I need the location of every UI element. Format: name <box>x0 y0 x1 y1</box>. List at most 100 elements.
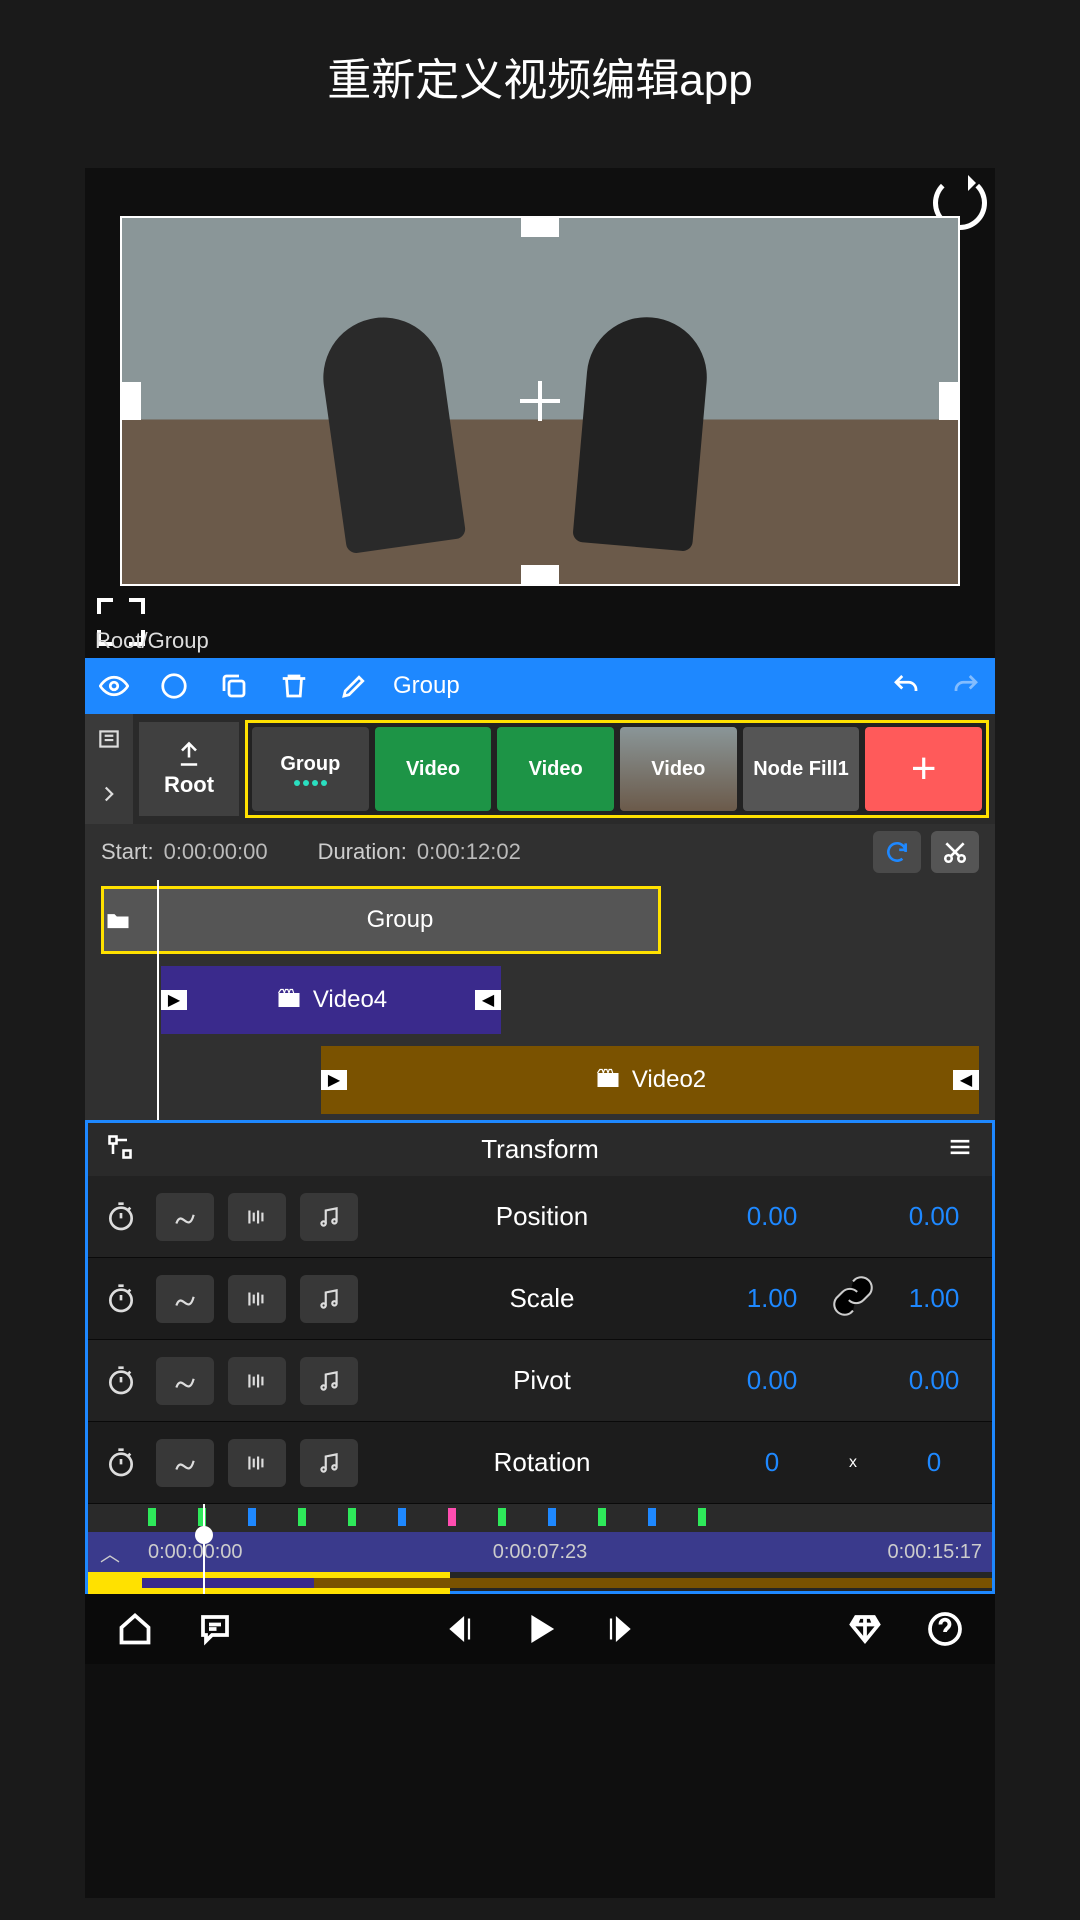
keyframe-marker[interactable] <box>598 1508 606 1526</box>
resize-handle-left[interactable] <box>120 382 141 420</box>
time-ruler[interactable]: ︿ 0:00:00:00 0:00:07:23 0:00:15:17 <box>85 1504 995 1594</box>
keyframe-marker[interactable] <box>348 1508 356 1526</box>
breadcrumb: Root/Group <box>95 628 209 654</box>
property-name: Scale <box>368 1283 716 1314</box>
keyframe-marker[interactable] <box>498 1508 506 1526</box>
node-fill[interactable]: Node Fill1 <box>743 727 860 811</box>
toolbar: Group <box>85 658 995 714</box>
circle-icon[interactable] <box>159 671 189 701</box>
ruler-playhead[interactable] <box>203 1504 205 1594</box>
transform-node-icon[interactable] <box>106 1133 134 1166</box>
nodes-area: Root GroupVideoVideoVideoNode Fill1+ <box>85 714 995 824</box>
clip-grip-left[interactable]: ▶ <box>321 1070 347 1090</box>
clip-video2[interactable]: ▶ Video2 ◀ <box>321 1046 979 1114</box>
keyframe-marker[interactable] <box>248 1508 256 1526</box>
transform-rows: Position 0.00 0.00 Scale 1.00 1.00 Pivot… <box>85 1176 995 1504</box>
wiggle-icon[interactable] <box>228 1357 286 1405</box>
menu-icon[interactable] <box>946 1133 974 1166</box>
clip-grip-left[interactable]: ▶ <box>161 990 187 1010</box>
property-name: Position <box>368 1201 716 1232</box>
home-icon[interactable] <box>115 1609 155 1649</box>
copy-icon[interactable] <box>219 671 249 701</box>
keyframe-marker[interactable] <box>698 1508 706 1526</box>
time-row: Start: 0:00:00:00 Duration: 0:00:12:02 <box>85 824 995 880</box>
keyframe-marker[interactable] <box>648 1508 656 1526</box>
step-forward-icon[interactable] <box>600 1609 640 1649</box>
wiggle-icon[interactable] <box>228 1193 286 1241</box>
cut-button[interactable] <box>931 831 979 873</box>
edit-icon[interactable] <box>339 671 369 701</box>
curve-icon[interactable] <box>156 1193 214 1241</box>
help-icon[interactable] <box>925 1609 965 1649</box>
preview-subject <box>316 310 467 554</box>
property-value-1[interactable]: 0 <box>722 1447 822 1478</box>
property-value-2[interactable]: 0 <box>884 1447 984 1478</box>
keyframe-marker[interactable] <box>148 1508 156 1526</box>
ruler-time: 0:00:00:00 <box>148 1541 243 1564</box>
stopwatch-icon[interactable] <box>96 1447 146 1479</box>
resize-handle-top[interactable] <box>521 216 559 237</box>
curve-icon[interactable] <box>156 1275 214 1323</box>
node-video4[interactable]: Video <box>620 727 737 811</box>
resize-handle-bottom[interactable] <box>521 565 559 586</box>
start-value[interactable]: 0:00:00:00 <box>164 839 268 865</box>
curve-icon[interactable] <box>156 1439 214 1487</box>
ruler-time: 0:00:15:17 <box>887 1541 982 1564</box>
stopwatch-icon[interactable] <box>96 1283 146 1315</box>
nodes-strip: GroupVideoVideoVideoNode Fill1+ <box>245 720 989 818</box>
music-icon[interactable] <box>300 1357 358 1405</box>
property-value-1[interactable]: 0.00 <box>722 1365 822 1396</box>
clip-video4[interactable]: ▶ Video4 ◀ <box>161 966 501 1034</box>
add-node-button[interactable]: + <box>865 727 982 811</box>
collapse-icon[interactable]: ︿ <box>100 1538 120 1567</box>
node-video[interactable]: Video <box>375 727 492 811</box>
resize-handle-right[interactable] <box>939 382 960 420</box>
chevron-right-icon[interactable] <box>96 781 122 812</box>
reset-button[interactable] <box>873 831 921 873</box>
trash-icon[interactable] <box>279 671 309 701</box>
node-group[interactable]: Group <box>252 727 369 811</box>
preview-area: Root/Group <box>85 168 995 658</box>
property-value-1[interactable]: 0.00 <box>722 1201 822 1232</box>
property-value-2[interactable]: 0.00 <box>884 1365 984 1396</box>
curve-icon[interactable] <box>156 1357 214 1405</box>
nodes-side <box>85 714 133 824</box>
transform-title: Transform <box>134 1134 946 1165</box>
keyframe-marker[interactable] <box>298 1508 306 1526</box>
property-value-2[interactable]: 0.00 <box>884 1201 984 1232</box>
clip-grip-right[interactable]: ◀ <box>953 1070 979 1090</box>
wiggle-icon[interactable] <box>228 1439 286 1487</box>
stopwatch-icon[interactable] <box>96 1201 146 1233</box>
property-value-1[interactable]: 1.00 <box>722 1283 822 1314</box>
diamond-icon[interactable] <box>845 1609 885 1649</box>
step-back-icon[interactable] <box>440 1609 480 1649</box>
property-row: Rotation 0 x 0 <box>88 1422 992 1504</box>
stopwatch-icon[interactable] <box>96 1365 146 1397</box>
play-icon[interactable] <box>520 1609 560 1649</box>
clip-group[interactable]: Group <box>101 886 661 954</box>
duration-label: Duration: <box>318 839 407 865</box>
visibility-icon[interactable] <box>99 671 129 701</box>
music-icon[interactable] <box>300 1439 358 1487</box>
preview-canvas[interactable] <box>120 216 960 586</box>
keyframe-marker[interactable] <box>448 1508 456 1526</box>
comment-icon[interactable] <box>195 1609 235 1649</box>
music-icon[interactable] <box>300 1275 358 1323</box>
node-video[interactable]: Video <box>497 727 614 811</box>
property-value-2[interactable]: 1.00 <box>884 1283 984 1314</box>
property-name: Pivot <box>368 1365 716 1396</box>
keyframe-marker[interactable] <box>398 1508 406 1526</box>
duration-value[interactable]: 0:00:12:02 <box>417 839 521 865</box>
link-icon[interactable] <box>828 1271 878 1326</box>
keyframe-marker[interactable] <box>548 1508 556 1526</box>
wiggle-icon[interactable] <box>228 1275 286 1323</box>
root-button[interactable]: Root <box>139 722 239 816</box>
list-icon[interactable] <box>96 726 122 757</box>
music-icon[interactable] <box>300 1193 358 1241</box>
undo-icon[interactable] <box>891 671 921 701</box>
redo-icon[interactable] <box>951 671 981 701</box>
crosshair-icon[interactable] <box>520 381 560 421</box>
playhead[interactable] <box>157 880 159 1120</box>
property-name: Rotation <box>368 1447 716 1478</box>
clip-grip-right[interactable]: ◀ <box>475 990 501 1010</box>
